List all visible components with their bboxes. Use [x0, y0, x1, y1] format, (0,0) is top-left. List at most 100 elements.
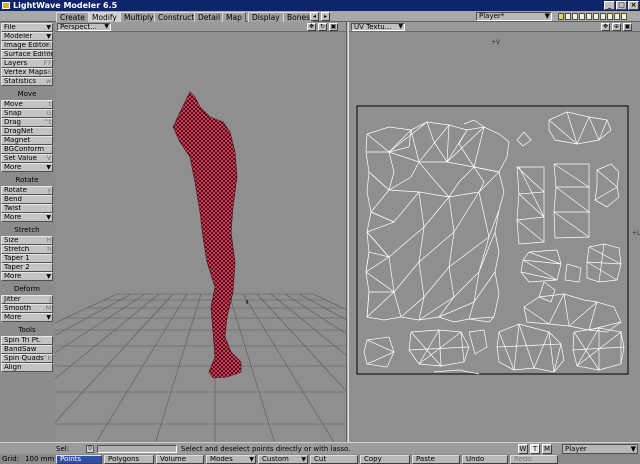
hotkey-label: ▼ [46, 214, 51, 221]
points-button[interactable]: Points [56, 455, 102, 464]
tab-multiply[interactable]: Multiply [120, 12, 158, 22]
move-view-icon[interactable]: ✥ [307, 23, 316, 31]
layer-box[interactable] [614, 13, 620, 20]
viewport-header: Perspect... ▼ ✥ ↻ ▣ [55, 22, 346, 32]
tool-label: Twist [4, 204, 22, 212]
tool-layers-button[interactable]: Layers F7 [1, 59, 53, 68]
tool-magnet-button[interactable]: Magnet [1, 136, 53, 145]
maximize-icon[interactable]: □ [616, 1, 627, 10]
tool-modeler-button[interactable]: Modeler ▼ [1, 32, 53, 41]
tool-more-button[interactable]: More ▼ [1, 163, 53, 172]
tool-label: BGConform [4, 145, 45, 153]
perspective-viewport[interactable]: Perspect... ▼ ✥ ↻ ▣ [55, 22, 346, 442]
custom-button[interactable]: Custom ▼ [258, 455, 308, 464]
tab-modify[interactable]: Modify [88, 12, 121, 22]
tool-taper-2-button[interactable]: Taper 2 [1, 263, 53, 272]
tool-image-editor-button[interactable]: Image Editor F6 [1, 41, 53, 50]
tool-spin-quads-button[interactable]: Spin Quads ^k [1, 354, 53, 363]
tool-spin-tri-pt-button[interactable]: Spin Tri Pt. [1, 336, 53, 345]
cut-button[interactable]: Cut [310, 455, 358, 464]
tab-construct[interactable]: Construct [154, 12, 199, 22]
maximize-viewport-icon[interactable]: ▣ [623, 23, 632, 31]
tool-twist-button[interactable]: Twist [1, 204, 53, 213]
window-title-bar[interactable]: LightWave Modeler 6.5 _ □ × [0, 0, 640, 11]
modes-button[interactable]: Modes ▼ [206, 455, 256, 464]
vmap-select[interactable]: Player ▼ [562, 444, 638, 454]
tool-bgconform-button[interactable]: BGConform [1, 145, 53, 154]
undo-button[interactable]: Undo [462, 455, 508, 464]
hotkey-label: h [47, 246, 51, 253]
vmap-texture-toggle[interactable]: T [530, 444, 540, 454]
tab-detail[interactable]: Detail [194, 12, 225, 22]
group-heading-deform: Deform [13, 285, 41, 293]
layer-box[interactable] [572, 13, 578, 20]
hotkey-label: y [47, 187, 51, 194]
tool-dragnet-button[interactable]: DragNet [1, 127, 53, 136]
tab-scroll-right-icon[interactable]: ▸ [321, 12, 330, 21]
uv-viewport[interactable]: UV Textu... ▼ ✥ ⊕ ▣ +V +U [349, 22, 640, 442]
hotkey-label: ▼ [46, 164, 51, 171]
tool-more-button[interactable]: More ▼ [1, 272, 53, 281]
layer-box[interactable] [558, 13, 564, 20]
layer-box[interactable] [565, 13, 571, 20]
layer-select[interactable]: Player* ▼ [476, 12, 552, 21]
tab-create[interactable]: Create [56, 12, 89, 22]
layer-box[interactable] [600, 13, 606, 20]
tool-label: Smooth [4, 304, 32, 312]
rotate-view-icon[interactable]: ↻ [318, 23, 327, 31]
tool-move-button[interactable]: Move t [1, 100, 53, 109]
minimize-icon[interactable]: _ [604, 1, 615, 10]
layer-box[interactable] [586, 13, 592, 20]
tool-more-button[interactable]: More ▼ [1, 313, 53, 322]
viewport-header: UV Textu... ▼ ✥ ⊕ ▣ [349, 22, 640, 32]
maximize-viewport-icon[interactable]: ▣ [329, 23, 338, 31]
vmap-weight-toggle[interactable]: W [518, 444, 528, 454]
tool-surface-editor-button[interactable]: Surface Editor F5 [1, 50, 53, 59]
layer-box[interactable] [607, 13, 613, 20]
redo-button[interactable]: Redo [510, 455, 558, 464]
tool-bandsaw-button[interactable]: BandSaw [1, 345, 53, 354]
tool-file-button[interactable]: File ▼ [1, 23, 53, 32]
tab-scroll-left-icon[interactable]: ◂ [310, 12, 319, 21]
tool-drag-button[interactable]: Drag ^t [1, 118, 53, 127]
ground-grid [55, 293, 346, 442]
move-view-icon[interactable]: ✥ [601, 23, 610, 31]
tool-statistics-button[interactable]: Statistics w [1, 77, 53, 86]
polygons-button[interactable]: Polygons [104, 455, 154, 464]
tool-bend-button[interactable]: Bend [1, 195, 53, 204]
volume-button[interactable]: Volume [156, 455, 204, 464]
tool-smooth-button[interactable]: Smooth M [1, 304, 53, 313]
hotkey-label: t [48, 101, 51, 108]
tab-display[interactable]: Display [248, 12, 284, 22]
layer-box[interactable] [621, 13, 627, 20]
hotkey-label: F6 [43, 42, 51, 49]
layer-buttons[interactable] [558, 13, 627, 20]
layer-box[interactable] [579, 13, 585, 20]
tool-label: Set Value [4, 154, 37, 162]
tool-set-value-button[interactable]: Set Value V [1, 154, 53, 163]
tool-more-button[interactable]: More ▼ [1, 213, 53, 222]
tab-map[interactable]: Map [222, 12, 246, 22]
tool-label: Drag [4, 118, 22, 126]
hotkey-label: J [49, 296, 51, 303]
tool-stretch-button[interactable]: Stretch h [1, 245, 53, 254]
close-icon[interactable]: × [628, 1, 639, 10]
tool-jitter-button[interactable]: Jitter J [1, 295, 53, 304]
zoom-view-icon[interactable]: ⊕ [612, 23, 621, 31]
tool-snap-button[interactable]: Snap G [1, 109, 53, 118]
layer-box[interactable] [593, 13, 599, 20]
group-heading-rotate: Rotate [15, 176, 39, 184]
tool-size-button[interactable]: Size H [1, 236, 53, 245]
tool-rotate-button[interactable]: Rotate y [1, 186, 53, 195]
view-type-select[interactable]: UV Textu... ▼ [351, 23, 405, 31]
hotkey-label: ^k [42, 355, 51, 362]
tool-vertex-maps-button[interactable]: Vertex Maps F8 [1, 68, 53, 77]
paste-button[interactable]: Paste [412, 455, 460, 464]
tool-align-button[interactable]: Align [1, 363, 53, 372]
group-heading-tools: Tools [18, 326, 36, 334]
vmap-morph-toggle[interactable]: M [542, 444, 552, 454]
copy-button[interactable]: Copy [360, 455, 410, 464]
tool-label: Magnet [4, 136, 31, 144]
view-type-select[interactable]: Perspect... ▼ [57, 23, 111, 31]
tool-taper-1-button[interactable]: Taper 1 [1, 254, 53, 263]
